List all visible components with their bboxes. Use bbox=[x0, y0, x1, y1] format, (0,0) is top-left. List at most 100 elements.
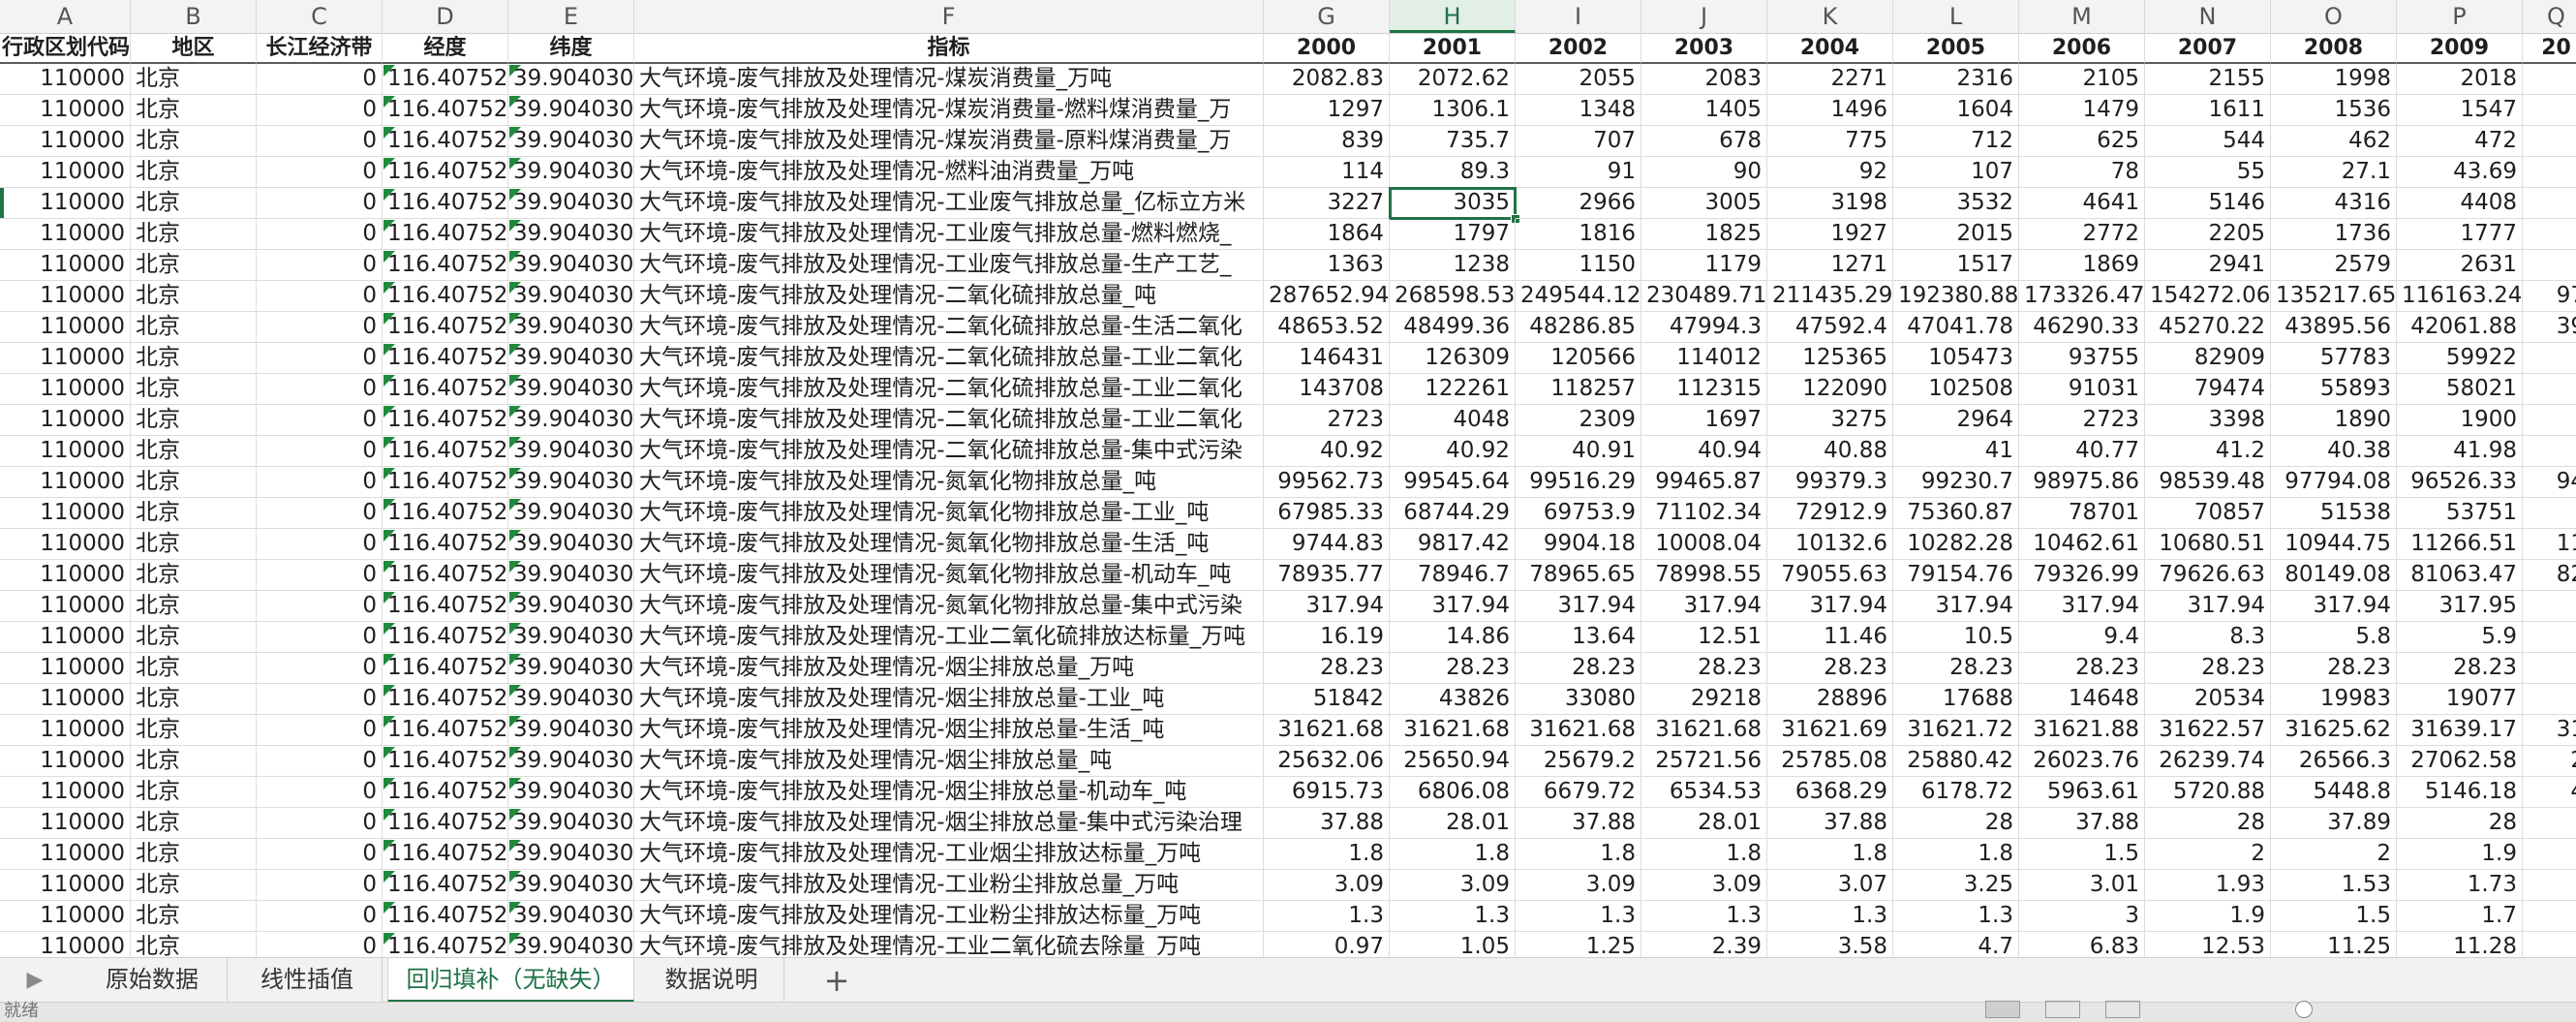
table-cell[interactable]: 68744.29 bbox=[1390, 498, 1516, 529]
table-cell[interactable]: 0 bbox=[257, 64, 383, 95]
table-cell[interactable]: 249544.12 bbox=[1516, 281, 1641, 312]
table-cell[interactable]: 39.904030 bbox=[508, 901, 634, 932]
table-cell[interactable]: 31621.68 bbox=[1264, 715, 1390, 746]
table-cell[interactable]: 110000 bbox=[0, 374, 131, 405]
table-cell[interactable]: 0 bbox=[257, 498, 383, 529]
column-letter-i[interactable]: I bbox=[1516, 0, 1641, 33]
table-cell[interactable]: 99562.73 bbox=[1264, 467, 1390, 498]
table-cell[interactable]: 135217.65 bbox=[2271, 281, 2397, 312]
table-cell[interactable]: 37.88 bbox=[1264, 808, 1390, 839]
table-cell[interactable]: 735.7 bbox=[1390, 126, 1516, 157]
table-cell[interactable]: 114 bbox=[1264, 157, 1390, 188]
table-cell[interactable]: 462 bbox=[2271, 126, 2397, 157]
table-cell[interactable]: 11266.51 bbox=[2397, 529, 2523, 560]
table-cell[interactable]: 大气环境-废气排放及处理情况-氮氧化物排放总量-工业_吨 bbox=[634, 498, 1264, 529]
table-cell[interactable]: 39.904030 bbox=[508, 312, 634, 343]
table-cell[interactable]: 116.407526 bbox=[383, 312, 508, 343]
table-cell[interactable]: 72912.9 bbox=[1767, 498, 1893, 529]
table-cell[interactable] bbox=[2523, 622, 2576, 653]
header-cell[interactable]: 指标 bbox=[634, 33, 1264, 64]
table-cell[interactable]: 0 bbox=[257, 343, 383, 374]
table-cell[interactable]: 39.904030 bbox=[508, 591, 634, 622]
table-cell[interactable]: 2964 bbox=[1893, 405, 2019, 436]
page-layout-view-icon[interactable] bbox=[2045, 1001, 2080, 1018]
table-cell[interactable]: 116.407526 bbox=[383, 653, 508, 684]
table-cell[interactable]: 48653.52 bbox=[1264, 312, 1390, 343]
table-cell[interactable]: 122261 bbox=[1390, 374, 1516, 405]
table-cell[interactable]: 北京 bbox=[131, 281, 257, 312]
table-cell[interactable]: 1.5 bbox=[2271, 901, 2397, 932]
table-cell[interactable]: 211435.29 bbox=[1767, 281, 1893, 312]
table-cell[interactable]: 39.904030 bbox=[508, 839, 634, 870]
table-cell[interactable]: 1.8 bbox=[1516, 839, 1641, 870]
table-cell[interactable]: 39.904030 bbox=[508, 560, 634, 591]
table-cell[interactable]: 118257 bbox=[1516, 374, 1641, 405]
table-cell[interactable]: 116.407526 bbox=[383, 715, 508, 746]
table-cell[interactable]: 40.88 bbox=[1767, 436, 1893, 467]
table-cell[interactable]: 102508 bbox=[1893, 374, 2019, 405]
table-cell[interactable]: 28.23 bbox=[1893, 653, 2019, 684]
table-cell[interactable]: 110000 bbox=[0, 529, 131, 560]
table-cell[interactable]: 北京 bbox=[131, 467, 257, 498]
table-cell[interactable]: 大气环境-废气排放及处理情况-烟尘排放总量-生活_吨 bbox=[634, 715, 1264, 746]
table-cell[interactable]: 1297 bbox=[1264, 95, 1390, 126]
sheet-tab-3[interactable]: 回归填补（无缺失） bbox=[387, 958, 634, 1003]
table-cell[interactable]: 3.58 bbox=[1767, 932, 1893, 957]
table-cell[interactable]: 116.407526 bbox=[383, 281, 508, 312]
header-cell[interactable]: 长江经济带 bbox=[257, 33, 383, 64]
table-cell[interactable]: 55 bbox=[2145, 157, 2271, 188]
table-cell[interactable]: 10944.75 bbox=[2271, 529, 2397, 560]
table-cell[interactable]: 91031 bbox=[2019, 374, 2145, 405]
table-cell[interactable]: 大气环境-废气排放及处理情况-工业二氧化硫去除量_万吨 bbox=[634, 932, 1264, 957]
table-cell[interactable]: 1.3 bbox=[1767, 901, 1893, 932]
table-cell[interactable]: 43.69 bbox=[2397, 157, 2523, 188]
table-cell[interactable]: 12.53 bbox=[2145, 932, 2271, 957]
table-cell[interactable]: 317.94 bbox=[2271, 591, 2397, 622]
table-cell[interactable]: 2082.83 bbox=[1264, 64, 1390, 95]
table-cell[interactable]: 42061.88 bbox=[2397, 312, 2523, 343]
normal-view-icon[interactable] bbox=[1985, 1001, 2020, 1018]
table-cell[interactable]: 1.8 bbox=[1767, 839, 1893, 870]
column-letter-o[interactable]: O bbox=[2271, 0, 2397, 33]
table-cell[interactable]: 0 bbox=[257, 467, 383, 498]
table-cell[interactable]: 110000 bbox=[0, 808, 131, 839]
table-cell[interactable]: 40.77 bbox=[2019, 436, 2145, 467]
table-cell[interactable] bbox=[2523, 901, 2576, 932]
table-cell[interactable]: 47592.4 bbox=[1767, 312, 1893, 343]
table-cell[interactable]: 大气环境-废气排放及处理情况-工业粉尘排放总量_万吨 bbox=[634, 870, 1264, 901]
table-cell[interactable]: 12.51 bbox=[1641, 622, 1767, 653]
table-cell[interactable]: 192380.88 bbox=[1893, 281, 2019, 312]
table-cell[interactable]: 25721.56 bbox=[1641, 746, 1767, 777]
table-cell[interactable]: 北京 bbox=[131, 529, 257, 560]
table-cell[interactable]: 268598.53 bbox=[1390, 281, 1516, 312]
table-cell[interactable]: 26239.74 bbox=[2145, 746, 2271, 777]
table-cell[interactable]: 39.904030 bbox=[508, 281, 634, 312]
table-cell[interactable]: 28.23 bbox=[2271, 653, 2397, 684]
table-cell[interactable]: 2966 bbox=[1516, 188, 1641, 219]
table-cell[interactable]: 39.904030 bbox=[508, 95, 634, 126]
table-cell[interactable]: 37.88 bbox=[2019, 808, 2145, 839]
table-cell[interactable]: 北京 bbox=[131, 839, 257, 870]
table-cell[interactable]: 146431 bbox=[1264, 343, 1390, 374]
table-cell[interactable]: 0 bbox=[257, 746, 383, 777]
table-cell[interactable]: 0 bbox=[257, 591, 383, 622]
table-cell[interactable]: 北京 bbox=[131, 157, 257, 188]
table-cell[interactable]: 10680.51 bbox=[2145, 529, 2271, 560]
table-cell[interactable]: 31621.68 bbox=[1641, 715, 1767, 746]
table-cell[interactable]: 317.94 bbox=[1893, 591, 2019, 622]
table-cell[interactable]: 4641 bbox=[2019, 188, 2145, 219]
table-cell[interactable]: 114012 bbox=[1641, 343, 1767, 374]
table-cell[interactable]: 1363 bbox=[1264, 250, 1390, 281]
column-letter-m[interactable]: M bbox=[2019, 0, 2145, 33]
table-cell[interactable]: 3.07 bbox=[1767, 870, 1893, 901]
table-cell[interactable]: 3.09 bbox=[1264, 870, 1390, 901]
table-cell[interactable]: 110000 bbox=[0, 64, 131, 95]
table-cell[interactable]: 0 bbox=[257, 932, 383, 957]
table-cell[interactable]: 116.407526 bbox=[383, 901, 508, 932]
table-cell[interactable]: 94 bbox=[2523, 467, 2576, 498]
table-cell[interactable]: 116.407526 bbox=[383, 529, 508, 560]
table-cell[interactable]: 28.23 bbox=[1641, 653, 1767, 684]
table-cell[interactable]: 4.7 bbox=[1893, 932, 2019, 957]
table-cell[interactable]: 北京 bbox=[131, 250, 257, 281]
table-cell[interactable]: 11 bbox=[2523, 529, 2576, 560]
